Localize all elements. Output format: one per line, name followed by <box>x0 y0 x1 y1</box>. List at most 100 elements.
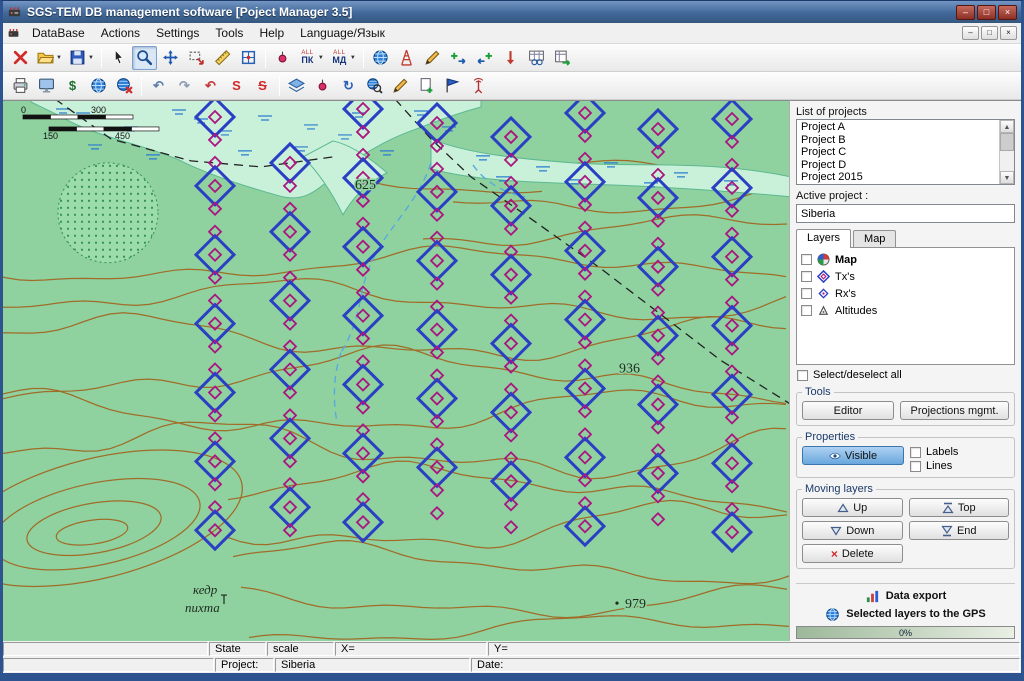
zoom-button[interactable] <box>132 46 157 70</box>
delete-button[interactable]: ×Delete <box>802 544 903 563</box>
project-list-item[interactable]: Project D <box>797 159 999 172</box>
docplus-icon <box>418 77 435 94</box>
world-button[interactable] <box>368 46 393 70</box>
snap-off-button[interactable]: S <box>250 74 275 98</box>
data-view-button[interactable] <box>524 46 549 70</box>
mdi-close-button[interactable]: × <box>1000 26 1017 40</box>
draw-button[interactable] <box>420 46 445 70</box>
project-list-item[interactable]: Project A <box>797 121 999 134</box>
layer-checkbox[interactable] <box>801 288 812 299</box>
refresh-icon: ↻ <box>340 77 357 94</box>
select-all-checkbox[interactable]: Select/deselect all <box>797 369 1014 381</box>
refresh-button[interactable]: ↻ <box>336 74 361 98</box>
projections-mgmt-button[interactable]: Projections mgmt. <box>900 401 1009 420</box>
tab-layers[interactable]: Layers <box>796 229 851 248</box>
menu-settings[interactable]: Settings <box>148 24 207 42</box>
tower-button[interactable] <box>394 46 419 70</box>
menu-tools[interactable]: Tools <box>207 24 251 42</box>
measure-button[interactable] <box>210 46 235 70</box>
project-list-item[interactable]: Project 2015 <box>797 171 999 184</box>
small-point-button[interactable] <box>310 74 335 98</box>
layer-row-txs[interactable]: Tx's <box>801 268 1010 285</box>
layer-checkbox[interactable] <box>801 254 812 265</box>
menu-actions[interactable]: Actions <box>93 24 148 42</box>
mdi-minimize-button[interactable]: – <box>962 26 979 40</box>
gps-export-button[interactable]: Selected layers to the GPS <box>796 605 1015 623</box>
redo-button[interactable]: ↷ <box>172 74 197 98</box>
layer-checkbox[interactable] <box>801 271 812 282</box>
data-export-table-button[interactable] <box>550 46 575 70</box>
maximize-button[interactable]: □ <box>977 5 996 20</box>
preview-button[interactable] <box>34 74 59 98</box>
layer-row-map[interactable]: Map <box>801 251 1010 268</box>
checkbox-box <box>910 461 921 472</box>
top-arrow-icon <box>942 502 954 514</box>
save-button[interactable]: ▼ <box>66 46 97 70</box>
revert-icon: ↶ <box>202 77 219 94</box>
cost-button[interactable]: $ <box>60 74 85 98</box>
layer-checkbox[interactable] <box>801 305 812 316</box>
up-button[interactable]: Up <box>802 498 903 517</box>
pan-button[interactable] <box>158 46 183 70</box>
dropdown-arrow-icon[interactable]: ▼ <box>56 55 62 61</box>
layer-label: Map <box>835 254 857 266</box>
dropdown-arrow-icon[interactable]: ▼ <box>318 55 324 61</box>
pk-all-button[interactable]: ALLПК▼ <box>296 46 327 70</box>
editor-button[interactable]: Editor <box>802 401 894 420</box>
online-map-button[interactable] <box>86 74 111 98</box>
window-title: SGS-TEM DB management software [Poject M… <box>27 5 951 19</box>
map-canvas[interactable]: 625936979кедрпихта0300150450 <box>3 100 789 641</box>
move-down-button[interactable] <box>498 46 523 70</box>
full-extent-button[interactable] <box>236 46 261 70</box>
title-bar[interactable]: SGS-TEM DB management software [Poject M… <box>3 1 1021 23</box>
layers-button[interactable] <box>284 74 309 98</box>
snap-button[interactable]: S <box>224 74 249 98</box>
gps-antenna-button[interactable] <box>466 74 491 98</box>
end-button[interactable]: End <box>909 521 1010 540</box>
projects-listbox[interactable]: Project AProject BProject CProject DProj… <box>796 119 1015 185</box>
dropdown-arrow-icon[interactable]: ▼ <box>88 55 94 61</box>
data-export-button[interactable]: Data export <box>796 587 1015 605</box>
mdi-restore-button[interactable]: □ <box>981 26 998 40</box>
insert-next-button[interactable] <box>446 46 471 70</box>
send-button[interactable] <box>440 74 465 98</box>
floppy-icon <box>69 49 86 66</box>
projects-scrollbar[interactable]: ▲ ▼ <box>999 120 1014 184</box>
down-button[interactable]: Down <box>802 521 903 540</box>
close-button[interactable]: × <box>998 5 1017 20</box>
globemag-icon <box>366 77 383 94</box>
minimize-button[interactable]: – <box>956 5 975 20</box>
active-project-input[interactable] <box>796 204 1015 223</box>
tab-map[interactable]: Map <box>853 230 896 248</box>
layer-row-altitudes[interactable]: Altitudes <box>801 302 1010 319</box>
add-file-button[interactable] <box>414 74 439 98</box>
scroll-thumb[interactable] <box>1000 133 1014 151</box>
revert-button[interactable]: ↶ <box>198 74 223 98</box>
top-button[interactable]: Top <box>909 498 1010 517</box>
select-region-button[interactable] <box>184 46 209 70</box>
dropdown-arrow-icon[interactable]: ▼ <box>350 55 356 61</box>
edit-button[interactable] <box>388 74 413 98</box>
select-cursor-button[interactable] <box>106 46 131 70</box>
offline-button[interactable] <box>112 74 137 98</box>
print-button[interactable] <box>8 74 33 98</box>
undo-button[interactable]: ↶ <box>146 74 171 98</box>
open-button[interactable]: ▼ <box>34 46 65 70</box>
project-list-item[interactable]: Project B <box>797 134 999 147</box>
visible-button[interactable]: Visible <box>802 446 904 465</box>
menu-database[interactable]: DataBase <box>24 24 93 42</box>
delete-button[interactable] <box>8 46 33 70</box>
layer-row-rxs[interactable]: Rx's <box>801 285 1010 302</box>
project-list-item[interactable]: Project C <box>797 146 999 159</box>
scroll-track[interactable] <box>1000 133 1014 171</box>
menu-language-[interactable]: Language/Язык <box>292 24 393 42</box>
scroll-up-icon[interactable]: ▲ <box>1000 120 1014 133</box>
lines-checkbox[interactable]: Lines <box>910 460 1009 472</box>
menu-help[interactable]: Help <box>251 24 292 42</box>
labels-checkbox[interactable]: Labels <box>910 446 1009 458</box>
scroll-down-icon[interactable]: ▼ <box>1000 171 1014 184</box>
md-all-button[interactable]: ALLМД▼ <box>328 46 359 70</box>
add-point-button[interactable] <box>270 46 295 70</box>
map-search-button[interactable] <box>362 74 387 98</box>
insert-prev-button[interactable] <box>472 46 497 70</box>
